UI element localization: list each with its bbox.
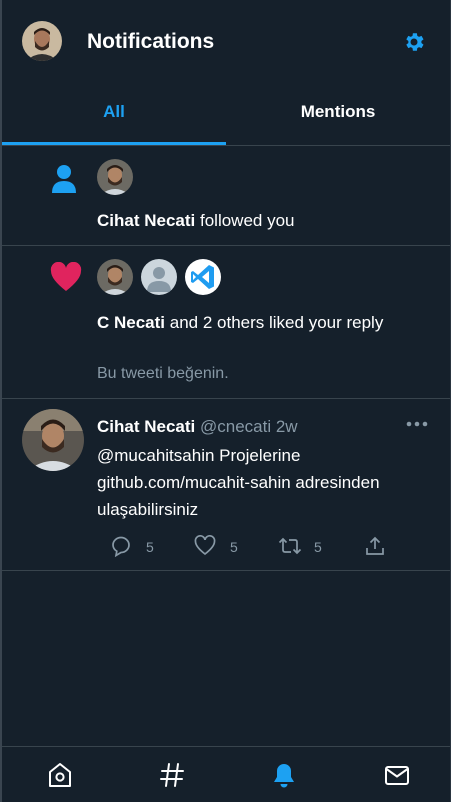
notification-action: and 2 others liked your reply — [169, 313, 384, 332]
notification-user[interactable]: Cihat Necati — [97, 211, 195, 230]
reply-count: 5 — [146, 539, 154, 555]
notification-action: followed you — [199, 211, 295, 230]
notification-text: Cihat Necati followed you — [97, 207, 417, 234]
user-avatar[interactable] — [22, 21, 62, 61]
tweet[interactable]: Cihat Necati @cnecati 2w @mucahitsahin P… — [2, 399, 450, 571]
header: Notifications — [0, 0, 451, 82]
more-options-icon[interactable] — [406, 411, 428, 432]
notifications-bell-icon[interactable] — [270, 761, 298, 789]
tweet-author-handle[interactable]: @cnecati — [200, 417, 271, 436]
explore-hashtag-icon[interactable] — [158, 761, 186, 789]
heart-outline-icon — [194, 535, 216, 556]
messages-mail-icon[interactable] — [383, 761, 411, 789]
tweet-timestamp[interactable]: 2w — [276, 417, 298, 436]
home-icon[interactable] — [46, 761, 74, 789]
active-tab-indicator — [2, 142, 226, 145]
tweet-text: @mucahitsahin Projelerine github.com/muc… — [97, 446, 380, 519]
gear-icon[interactable] — [402, 30, 426, 54]
avatar[interactable] — [22, 409, 84, 471]
retweet-count: 5 — [314, 539, 322, 555]
avatar[interactable] — [97, 259, 133, 295]
avatar[interactable] — [97, 159, 133, 195]
liked-tweet-preview: Bu tweeti beğenin. — [97, 365, 229, 382]
notification-text: C Necati and 2 others liked your reply — [97, 309, 417, 336]
tab-all[interactable]: All — [2, 82, 226, 145]
notification-like[interactable]: C Necati and 2 others liked your reply B… — [2, 246, 450, 399]
tab-mentions[interactable]: Mentions — [226, 82, 450, 145]
vscode-logo-avatar[interactable] — [185, 259, 221, 295]
retweet-icon — [278, 537, 302, 555]
like-count: 5 — [230, 539, 238, 555]
page-title: Notifications — [87, 30, 215, 53]
person-icon — [50, 164, 78, 199]
default-avatar[interactable] — [141, 259, 177, 295]
tweet-author-name[interactable]: Cihat Necati — [97, 417, 195, 436]
notification-user[interactable]: C Necati — [97, 313, 165, 332]
tweet-header: Cihat Necati @cnecati 2w — [97, 417, 298, 437]
share-icon — [366, 536, 384, 555]
heart-icon — [50, 261, 82, 297]
bottom-navigation — [2, 746, 450, 802]
notification-tabs: All Mentions — [2, 82, 450, 146]
notification-follow[interactable]: Cihat Necati followed you — [2, 146, 450, 246]
reply-icon — [112, 536, 130, 557]
tweet-actions: 5 5 5 — [110, 535, 400, 559]
